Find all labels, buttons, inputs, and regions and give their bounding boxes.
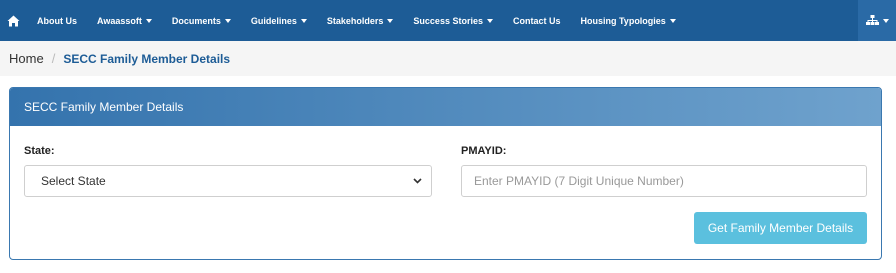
nav-documents[interactable]: Documents	[162, 0, 241, 41]
pmayid-label: PMAYID:	[461, 145, 507, 157]
breadcrumb-separator: /	[51, 51, 56, 66]
pmayid-input[interactable]: Enter PMAYID (7 Digit Unique Number)	[461, 165, 867, 197]
chevron-down-icon	[413, 178, 422, 184]
nav-housing-typologies[interactable]: Housing Typologies	[570, 0, 685, 41]
nav-documents-label: Documents	[171, 15, 221, 26]
caret-down-icon	[387, 18, 394, 23]
breadcrumb-current: SECC Family Member Details	[63, 51, 231, 66]
nav-stakeholders-label: Stakeholders	[326, 15, 384, 26]
pmayid-placeholder: Enter PMAYID (7 Digit Unique Number)	[474, 174, 684, 188]
breadcrumb: Home / SECC Family Member Details	[0, 41, 896, 76]
caret-down-icon	[300, 18, 307, 23]
state-select[interactable]: Select State	[24, 165, 432, 197]
panel-title: SECC Family Member Details	[10, 88, 881, 126]
nav-awaassoft[interactable]: Awaassoft	[87, 0, 162, 41]
sitemap-icon	[865, 15, 879, 25]
nav-success-stories[interactable]: Success Stories	[403, 0, 503, 41]
secc-panel: SECC Family Member Details State: Select…	[9, 87, 882, 260]
home-icon[interactable]	[0, 0, 27, 41]
nav-success-stories-label: Success Stories	[413, 15, 483, 26]
nav-awaassoft-label: Awaassoft	[97, 15, 142, 26]
nav-contact-us[interactable]: Contact Us	[503, 0, 571, 41]
nav-stakeholders[interactable]: Stakeholders	[317, 0, 404, 41]
nav-about-us-label: About Us	[37, 15, 77, 26]
nav-contact-us-label: Contact Us	[512, 15, 561, 26]
caret-down-icon	[669, 18, 676, 23]
caret-down-icon	[145, 18, 152, 23]
state-select-value: Select State	[41, 174, 106, 188]
breadcrumb-home-link[interactable]: Home	[9, 51, 44, 66]
caret-down-icon	[882, 18, 889, 23]
state-label: State:	[24, 145, 55, 157]
caret-down-icon	[224, 18, 231, 23]
sitemap-menu-button[interactable]	[858, 0, 896, 41]
nav-about-us[interactable]: About Us	[27, 0, 87, 41]
caret-down-icon	[486, 18, 493, 23]
top-navbar: About Us Awaassoft Documents Guidelines …	[0, 0, 896, 41]
nav-guidelines[interactable]: Guidelines	[241, 0, 317, 41]
nav-guidelines-label: Guidelines	[250, 15, 297, 26]
nav-housing-typologies-label: Housing Typologies	[580, 15, 666, 26]
get-family-member-details-button[interactable]: Get Family Member Details	[694, 212, 867, 244]
